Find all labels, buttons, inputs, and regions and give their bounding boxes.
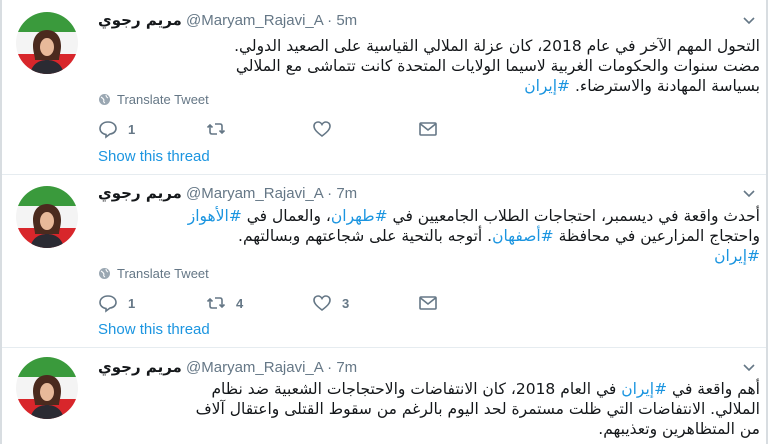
retweet-count: 4 xyxy=(236,295,244,311)
tweet-header: مريم رجوي @Maryam_Rajavi_A · 7m xyxy=(98,358,358,376)
tweet-text-segment: في العام 2018، كان الانتفاضات والاحتجاجا… xyxy=(211,380,622,398)
tweet-text-segment: واحتجاج المزارعين في محافظة xyxy=(553,227,760,245)
caret-down-icon[interactable] xyxy=(742,14,756,28)
retweet-icon xyxy=(206,297,226,309)
reply-button[interactable]: 1 xyxy=(98,119,135,139)
tweet-text-line: الملالي. الانتفاضات التي ظلت مستمرة لحد … xyxy=(98,399,760,419)
tweet[interactable]: مريم رجوي @Maryam_Rajavi_A · 7m أهم واقع… xyxy=(2,349,766,444)
message-icon xyxy=(419,296,437,310)
like-button[interactable] xyxy=(312,119,342,139)
tweet-text-segment: بسياسة المهادنة والاسترضاء. xyxy=(570,77,760,95)
tweet-text-segment: . أتوجه بالتحية على شجاعتهم وبسالتهم. xyxy=(238,227,493,245)
timestamp[interactable]: 5m xyxy=(336,12,357,29)
timestamp[interactable]: 7m xyxy=(336,359,357,376)
tweet-text-segment: أهم واقعة في xyxy=(667,380,760,398)
reply-count: 1 xyxy=(128,121,136,137)
translate-label: Translate Tweet xyxy=(117,92,209,107)
tweet[interactable]: مريم رجوي @Maryam_Rajavi_A · 5m التحول ا… xyxy=(2,0,766,175)
hashtag-link[interactable]: #أصفهان xyxy=(492,227,554,245)
tweet-text-segment: من المتظاهرين وتعذيبهم. xyxy=(598,420,760,438)
show-thread-link[interactable]: Show this thread xyxy=(98,148,210,165)
tweet-text: التحول المهم الآخر في عام 2018، كان عزلة… xyxy=(98,36,760,96)
tweet-text-line: مضت سنوات والحكومات الغربية لاسيما الولا… xyxy=(98,56,760,76)
avatar[interactable] xyxy=(16,12,78,74)
tweet-actions: 1 xyxy=(98,119,518,141)
like-count: 3 xyxy=(342,295,350,311)
reply-count: 1 xyxy=(128,295,136,311)
tweet-text-line: أهم واقعة في #إيران في العام 2018، كان ا… xyxy=(98,379,760,399)
globe-icon xyxy=(99,268,110,279)
like-button[interactable]: 3 xyxy=(312,293,349,313)
globe-icon xyxy=(99,94,110,105)
user-handle[interactable]: @Maryam_Rajavi_A xyxy=(186,12,323,29)
tweet-text-line: #إيران xyxy=(98,246,760,266)
hashtag-link[interactable]: #طهران xyxy=(331,207,388,225)
direct-message-button[interactable] xyxy=(418,119,438,139)
tweet-text-segment: ، والعمال في xyxy=(241,207,331,225)
translate-tweet[interactable]: Translate Tweet xyxy=(98,92,209,107)
show-thread-link[interactable]: Show this thread xyxy=(98,321,210,338)
retweet-button[interactable]: 4 xyxy=(206,293,243,313)
reply-button[interactable]: 1 xyxy=(98,293,135,313)
tweet-actions: 1 4 3 xyxy=(98,293,518,315)
retweet-button[interactable] xyxy=(206,119,236,139)
caret-down-icon[interactable] xyxy=(742,361,756,375)
display-name[interactable]: مريم رجوي xyxy=(98,358,182,376)
tweet-text-segment: مضت سنوات والحكومات الغربية لاسيما الولا… xyxy=(235,57,760,75)
hashtag-link[interactable]: #إيران xyxy=(524,77,570,95)
hashtag-link[interactable]: #إيران xyxy=(714,247,760,265)
retweet-icon xyxy=(206,123,226,135)
avatar[interactable] xyxy=(16,186,78,248)
reply-icon xyxy=(99,295,117,313)
tweet-text-line: واحتجاج المزارعين في محافظة #أصفهان. أتو… xyxy=(98,226,760,246)
user-handle[interactable]: @Maryam_Rajavi_A xyxy=(186,185,323,202)
timeline: مريم رجوي @Maryam_Rajavi_A · 5m التحول ا… xyxy=(0,0,768,444)
display-name[interactable]: مريم رجوي xyxy=(98,11,182,29)
tweet-text-segment: أحدث واقعة في ديسمبر، احتجاجات الطلاب ال… xyxy=(387,207,760,225)
tweet[interactable]: مريم رجوي @Maryam_Rajavi_A · 7m أحدث واق… xyxy=(2,176,766,348)
translate-tweet[interactable]: Translate Tweet xyxy=(98,266,209,281)
hashtag-link[interactable]: #إيران xyxy=(621,380,667,398)
reply-icon xyxy=(99,121,117,139)
heart-icon xyxy=(313,295,331,312)
direct-message-button[interactable] xyxy=(418,293,438,313)
timestamp[interactable]: 7m xyxy=(336,185,357,202)
caret-down-icon[interactable] xyxy=(742,187,756,201)
tweet-text: أحدث واقعة في ديسمبر، احتجاجات الطلاب ال… xyxy=(98,206,760,266)
tweet-text-line: أحدث واقعة في ديسمبر، احتجاجات الطلاب ال… xyxy=(98,206,760,226)
display-name[interactable]: مريم رجوي xyxy=(98,184,182,202)
heart-icon xyxy=(313,121,331,138)
tweet-text: أهم واقعة في #إيران في العام 2018، كان ا… xyxy=(98,379,760,439)
tweet-header: مريم رجوي @Maryam_Rajavi_A · 5m xyxy=(98,11,358,29)
tweet-text-segment: الملالي. الانتفاضات التي ظلت مستمرة لحد … xyxy=(195,400,760,418)
user-handle[interactable]: @Maryam_Rajavi_A xyxy=(186,359,323,376)
tweet-text-line: من المتظاهرين وتعذيبهم. xyxy=(98,419,760,439)
message-icon xyxy=(419,122,437,136)
hashtag-link[interactable]: #الأهواز xyxy=(188,207,242,225)
tweet-header: مريم رجوي @Maryam_Rajavi_A · 7m xyxy=(98,184,358,202)
tweet-text-segment: التحول المهم الآخر في عام 2018، كان عزلة… xyxy=(234,37,760,55)
avatar[interactable] xyxy=(16,357,78,419)
tweet-text-line: التحول المهم الآخر في عام 2018، كان عزلة… xyxy=(98,36,760,56)
translate-label: Translate Tweet xyxy=(117,266,209,281)
